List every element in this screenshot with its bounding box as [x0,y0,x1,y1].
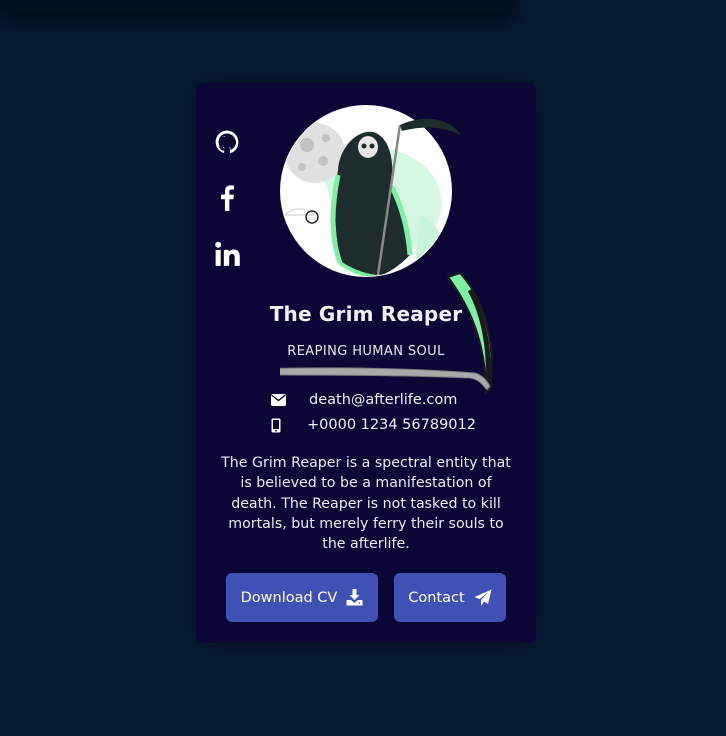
profile-bio: The Grim Reaper is a spectral entity tha… [221,455,511,553]
contact-label: Contact [408,589,465,606]
facebook-link[interactable] [214,185,240,211]
linkedin-link[interactable] [214,241,240,267]
download-cv-label: Download CV [240,589,338,606]
linkedin-icon [214,241,240,267]
contact-button[interactable]: Contact [394,573,506,622]
profile-title: REAPING HUMAN SOUL [287,344,445,359]
phone-row: +0000 1234 56789012 [267,415,476,435]
email-link[interactable]: death@afterlife.com [309,392,457,408]
social-links [214,129,240,297]
download-icon [346,589,363,606]
profile-name: The Grim Reaper [269,302,463,326]
mobile-phone-icon [267,416,285,434]
paper-plane-icon [474,589,492,607]
phone-number: +0000 1234 56789012 [307,417,476,433]
email-row: death@afterlife.com [269,390,457,410]
github-link[interactable] [214,129,240,155]
top-header-shadow [0,0,515,12]
github-icon [214,129,240,155]
download-cv-button[interactable]: Download CV [226,573,378,622]
profile-card: The Grim Reaper REAPING HUMAN SOUL death… [196,83,536,643]
envelope-icon [269,391,287,409]
facebook-icon [214,185,240,211]
